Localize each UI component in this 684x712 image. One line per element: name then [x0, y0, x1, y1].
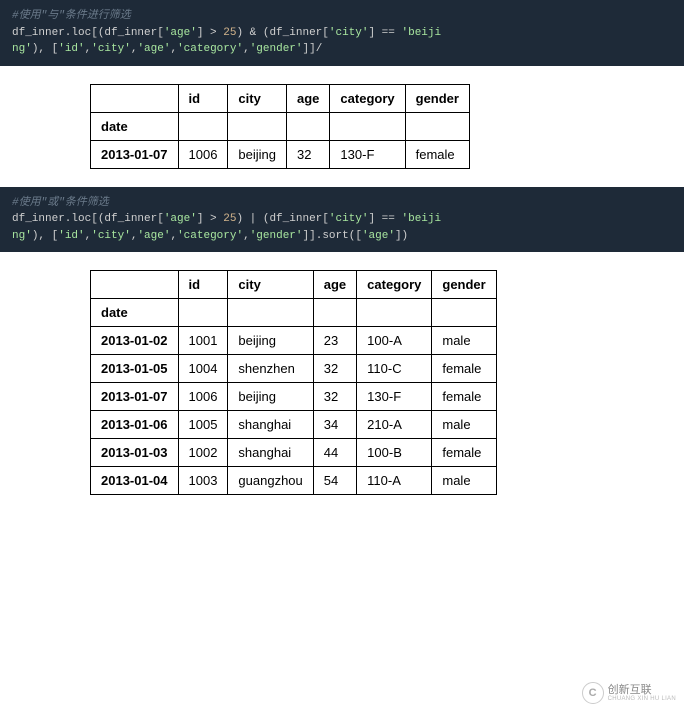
cell-gender: female [432, 355, 496, 383]
cell-age: 32 [313, 355, 356, 383]
table-row: 2013-01-04 1003 guangzhou 54 110-A male [91, 467, 497, 495]
table-header: city [228, 84, 287, 112]
table-row: 2013-01-06 1005 shanghai 34 210-A male [91, 411, 497, 439]
cell-age: 54 [313, 467, 356, 495]
cell-date: 2013-01-02 [91, 327, 179, 355]
table-header: city [228, 271, 313, 299]
table-header: category [330, 84, 405, 112]
code-line: df_inner.loc[(df_inner['age'] > 25) | (d… [12, 211, 672, 228]
table-header: age [313, 271, 356, 299]
cell-category: 130-F [330, 140, 405, 168]
cell-city: shanghai [228, 411, 313, 439]
code-comment: #使用"与"条件进行筛选 [12, 8, 672, 25]
cell-id: 1006 [178, 383, 228, 411]
cell-id: 1003 [178, 467, 228, 495]
table-wrap-1: id city age category gender date 2013-01… [0, 66, 684, 187]
cell-city: beijing [228, 140, 287, 168]
code-block-or: #使用"或"条件筛选 df_inner.loc[(df_inner['age']… [0, 187, 684, 253]
table-header: age [287, 84, 330, 112]
code-block-and: #使用"与"条件进行筛选 df_inner.loc[(df_inner['age… [0, 0, 684, 66]
cell-date: 2013-01-07 [91, 383, 179, 411]
watermark-text: 创新互联 CHUANG XIN HU LIAN [608, 684, 676, 703]
code-line: ng'), ['id','city','age','category','gen… [12, 41, 672, 58]
table-header [91, 271, 179, 299]
code-comment: #使用"或"条件筛选 [12, 195, 672, 212]
index-label: date [91, 299, 179, 327]
cell-date: 2013-01-03 [91, 439, 179, 467]
table-row: 2013-01-02 1001 beijing 23 100-A male [91, 327, 497, 355]
cell-id: 1004 [178, 355, 228, 383]
cell-category: 130-F [357, 383, 432, 411]
cell-gender: male [432, 467, 496, 495]
cell-age: 32 [313, 383, 356, 411]
table-wrap-2: id city age category gender date 2013-01… [0, 252, 684, 513]
cell-date: 2013-01-05 [91, 355, 179, 383]
watermark-logo-icon: C [582, 682, 604, 704]
watermark-en: CHUANG XIN HU LIAN [608, 696, 676, 703]
cell-category: 100-B [357, 439, 432, 467]
cell-date: 2013-01-04 [91, 467, 179, 495]
table-header: id [178, 271, 228, 299]
code-line: ng'), ['id','city','age','category','gen… [12, 228, 672, 245]
cell-city: shanghai [228, 439, 313, 467]
result-table-2: id city age category gender date 2013-01… [90, 270, 497, 495]
table-header: id [178, 84, 228, 112]
cell-city: guangzhou [228, 467, 313, 495]
table-header-row: id city age category gender [91, 271, 497, 299]
table-row: 2013-01-03 1002 shanghai 44 100-B female [91, 439, 497, 467]
cell-id: 1006 [178, 140, 228, 168]
table-header: gender [432, 271, 496, 299]
table-header-row: id city age category gender [91, 84, 470, 112]
table-row: 2013-01-07 1006 beijing 32 130-F female [91, 140, 470, 168]
table-index-row: date [91, 112, 470, 140]
cell-id: 1002 [178, 439, 228, 467]
cell-category: 210-A [357, 411, 432, 439]
table-header [91, 84, 179, 112]
watermark-cn: 创新互联 [608, 684, 676, 696]
cell-age: 32 [287, 140, 330, 168]
cell-gender: female [405, 140, 469, 168]
cell-category: 110-C [357, 355, 432, 383]
cell-gender: female [432, 439, 496, 467]
cell-id: 1001 [178, 327, 228, 355]
table-row: 2013-01-05 1004 shenzhen 32 110-C female [91, 355, 497, 383]
cell-city: shenzhen [228, 355, 313, 383]
table-index-row: date [91, 299, 497, 327]
cell-category: 110-A [357, 467, 432, 495]
cell-age: 44 [313, 439, 356, 467]
cell-date: 2013-01-06 [91, 411, 179, 439]
cell-date: 2013-01-07 [91, 140, 179, 168]
cell-id: 1005 [178, 411, 228, 439]
cell-city: beijing [228, 327, 313, 355]
table-header: category [357, 271, 432, 299]
cell-city: beijing [228, 383, 313, 411]
watermark: C 创新互联 CHUANG XIN HU LIAN [582, 682, 676, 704]
cell-gender: female [432, 383, 496, 411]
table-header: gender [405, 84, 469, 112]
cell-age: 23 [313, 327, 356, 355]
cell-gender: male [432, 327, 496, 355]
index-label: date [91, 112, 179, 140]
code-line: df_inner.loc[(df_inner['age'] > 25) & (d… [12, 25, 672, 42]
cell-gender: male [432, 411, 496, 439]
cell-category: 100-A [357, 327, 432, 355]
table-row: 2013-01-07 1006 beijing 32 130-F female [91, 383, 497, 411]
cell-age: 34 [313, 411, 356, 439]
result-table-1: id city age category gender date 2013-01… [90, 84, 470, 169]
